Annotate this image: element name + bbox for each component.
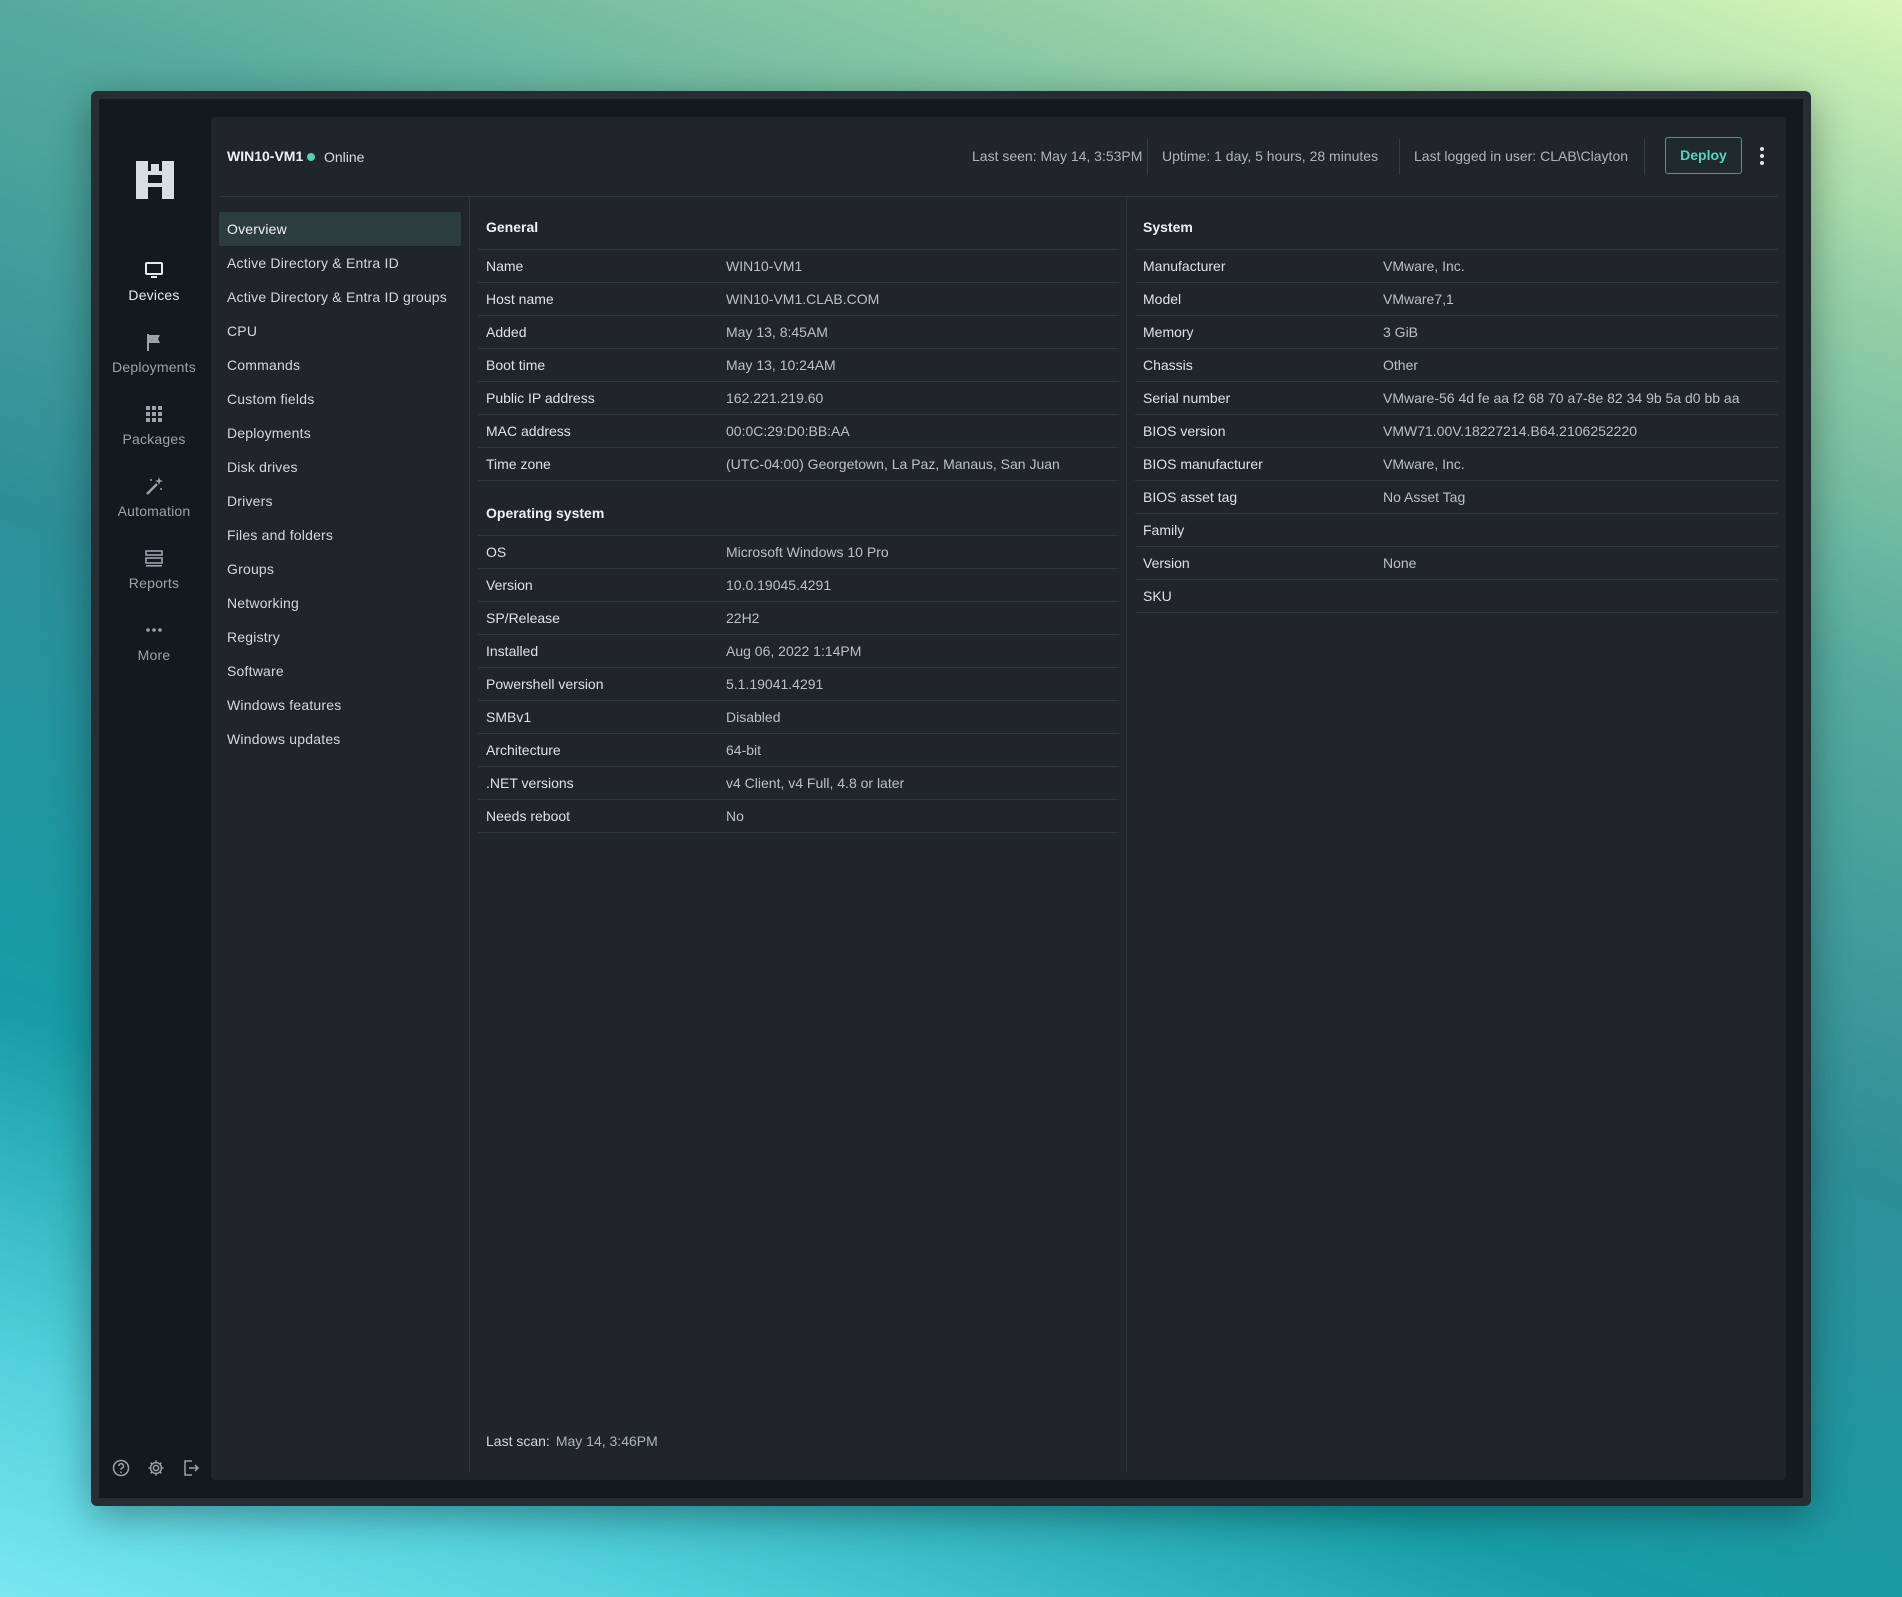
subnav-item-files-and-folders[interactable]: Files and folders (219, 518, 461, 552)
app-window: Devices Deployments Packages Automation (91, 91, 1811, 1506)
app-logo[interactable] (134, 159, 176, 201)
subnav-item-deployments[interactable]: Deployments (219, 416, 461, 450)
uptime: Uptime: 1 day, 5 hours, 28 minutes (1162, 148, 1379, 164)
rail-label: Deployments (112, 359, 196, 375)
general-section: General Name WIN10-VM1 Host name WIN10-VM1… (478, 205, 1119, 481)
subnav-item-commands[interactable]: Commands (219, 348, 461, 382)
magic-wand-icon (143, 475, 165, 497)
rail-item-more[interactable]: More (99, 619, 209, 679)
table-row: Needs reboot No (478, 800, 1119, 833)
table-row: Installed Aug 06, 2022 1:14PM (478, 635, 1119, 668)
subnav-item-windows-features[interactable]: Windows features (219, 688, 461, 722)
rail-item-packages[interactable]: Packages (99, 403, 209, 463)
table-row: Added May 13, 8:45AM (478, 316, 1119, 349)
table-row: BIOS manufacturer VMware, Inc. (1135, 448, 1778, 481)
table-row: SP/Release 22H2 (478, 602, 1119, 635)
device-name: WIN10-VM1 (227, 148, 304, 164)
reports-icon (143, 547, 165, 569)
column-divider (469, 197, 470, 1472)
more-dots-icon (143, 619, 165, 641)
rail-label: Devices (128, 287, 180, 303)
help-icon[interactable] (111, 1458, 131, 1478)
device-panel: WIN10-VM1 Online Last seen: May 14, 3:53… (211, 117, 1786, 1480)
rail-item-automation[interactable]: Automation (99, 475, 209, 535)
os-section: Operating system OS Microsoft Windows 10 … (478, 491, 1119, 833)
table-row: Manufacturer VMware, Inc. (1135, 250, 1778, 283)
table-row: BIOS asset tag No Asset Tag (1135, 481, 1778, 514)
device-header: WIN10-VM1 Online Last seen: May 14, 3:53… (219, 117, 1778, 197)
table-row: Host name WIN10-VM1.CLAB.COM (478, 283, 1119, 316)
table-row: Architecture 64-bit (478, 734, 1119, 767)
rail-item-devices[interactable]: Devices (99, 259, 209, 319)
last-seen: Last seen: May 14, 3:53PM (972, 148, 1143, 164)
device-subnav: Overview Active Directory & Entra ID Act… (219, 212, 461, 756)
header-divider (1399, 139, 1400, 175)
subnav-item-groups[interactable]: Groups (219, 552, 461, 586)
os-title: Operating system (478, 491, 1119, 536)
logout-icon[interactable] (181, 1458, 201, 1478)
table-row: Version 10.0.19045.4291 (478, 569, 1119, 602)
status-text: Online (324, 149, 365, 165)
settings-icon[interactable] (146, 1458, 166, 1478)
table-row: Serial number VMware-56 4d fe aa f2 68 70… (1135, 382, 1778, 415)
table-row: Name WIN10-VM1 (478, 250, 1119, 283)
subnav-item-custom-fields[interactable]: Custom fields (219, 382, 461, 416)
subnav-item-drivers[interactable]: Drivers (219, 484, 461, 518)
rail-label: Packages (122, 431, 186, 447)
system-section: System Manufacturer VMware, Inc. Model VMw… (1135, 205, 1778, 613)
deploy-button[interactable]: Deploy (1665, 137, 1742, 174)
table-row: MAC address 00:0C:29:D0:BB:AA (478, 415, 1119, 448)
subnav-item-active-directory[interactable]: Active Directory & Entra ID (219, 246, 461, 280)
online-status-dot (307, 153, 315, 161)
last-scan-value: May 14, 3:46PM (555, 1433, 658, 1449)
subnav-item-registry[interactable]: Registry (219, 620, 461, 654)
table-row: Powershell version 5.1.19041.4291 (478, 668, 1119, 701)
table-row: SMBv1 Disabled (478, 701, 1119, 734)
table-row: Time zone (UTC-04:00) Georgetown, La Paz,… (478, 448, 1119, 481)
more-options-icon[interactable] (1756, 145, 1768, 167)
table-row: Version None (1135, 547, 1778, 580)
subnav-item-active-directory-groups[interactable]: Active Directory & Entra ID groups (219, 280, 461, 314)
rail-label: Automation (117, 503, 191, 519)
column-divider (1126, 197, 1127, 1472)
table-row: SKU (1135, 580, 1778, 613)
flag-icon (143, 331, 165, 353)
subnav-item-windows-updates[interactable]: Windows updates (219, 722, 461, 756)
last-scan: Last scan: May 14, 3:46PM (486, 1433, 658, 1449)
rail-item-deployments[interactable]: Deployments (99, 331, 209, 391)
table-row: BIOS version VMW71.00V.18227214.B64.21062… (1135, 415, 1778, 448)
table-row: Boot time May 13, 10:24AM (478, 349, 1119, 382)
rail-label: More (137, 647, 171, 663)
subnav-item-overview[interactable]: Overview (219, 212, 461, 246)
table-row: OS Microsoft Windows 10 Pro (478, 536, 1119, 569)
table-row: Public IP address 162.221.219.60 (478, 382, 1119, 415)
subnav-item-software[interactable]: Software (219, 654, 461, 688)
table-row: Memory 3 GiB (1135, 316, 1778, 349)
last-logged-in-user: Last logged in user: CLAB\Clayton (1414, 148, 1629, 164)
subnav-item-cpu[interactable]: CPU (219, 314, 461, 348)
rail-bottom-actions (111, 1458, 201, 1478)
subnav-item-disk-drives[interactable]: Disk drives (219, 450, 461, 484)
table-row: .NET versions v4 Client, v4 Full, 4.8 or … (478, 767, 1119, 800)
grid-icon (143, 403, 165, 425)
monitor-icon (143, 259, 165, 281)
rail-label: Reports (128, 575, 180, 591)
header-divider (1644, 139, 1645, 175)
app-rail: Devices Deployments Packages Automation (99, 99, 209, 1498)
header-divider (1147, 139, 1148, 175)
table-row: Family (1135, 514, 1778, 547)
last-scan-label: Last scan: (486, 1433, 550, 1449)
rail-item-reports[interactable]: Reports (99, 547, 209, 607)
subnav-item-networking[interactable]: Networking (219, 586, 461, 620)
general-title: General (478, 205, 1119, 250)
system-title: System (1135, 205, 1778, 250)
status-badge: Online (307, 149, 364, 165)
table-row: Model VMware7,1 (1135, 283, 1778, 316)
table-row: Chassis Other (1135, 349, 1778, 382)
